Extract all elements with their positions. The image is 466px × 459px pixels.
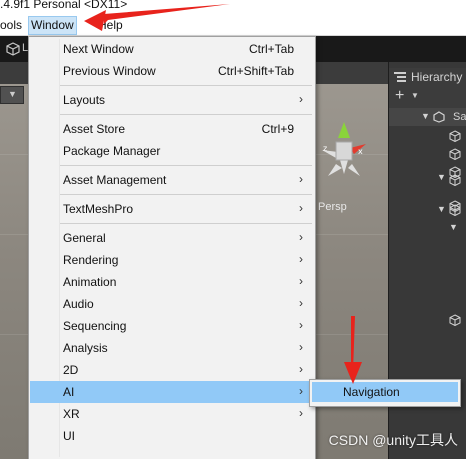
menu-item-label: Asset Management (63, 173, 167, 187)
menu-item-previous-window[interactable]: Previous Window Ctrl+Shift+Tab (30, 60, 314, 82)
menu-item-package-manager[interactable]: Package Manager (30, 140, 314, 162)
menu-item-label: Asset Store (63, 122, 126, 136)
menu-item-audio[interactable]: Audio › (30, 293, 314, 315)
menu-item-label: Rendering (63, 253, 119, 267)
gameobject-cube-icon[interactable] (449, 130, 461, 142)
menu-item-shortcut: Ctrl+Shift+Tab (217, 64, 294, 78)
hierarchy-scene-row[interactable]: ▼ Sa (389, 108, 466, 126)
menu-item-navigation[interactable]: Navigation (312, 382, 458, 402)
menu-item-label: 2D (63, 363, 79, 377)
menu-item-shortcut: Ctrl+Tab (248, 42, 294, 56)
menu-item-analysis[interactable]: Analysis › (30, 337, 314, 359)
watermark-text: CSDN @unity工具人 (328, 432, 458, 448)
tab-hierarchy[interactable]: Hierarchy (389, 68, 466, 86)
scene-projection-label[interactable]: Persp (318, 201, 347, 213)
hierarchy-scene-label: Sa (453, 111, 466, 123)
gameobject-cube-icon[interactable] (449, 174, 461, 186)
menu-item-label: TextMeshPro (63, 202, 134, 216)
menu-item-ui[interactable]: UI (30, 425, 314, 447)
chevron-right-icon: › (299, 362, 303, 376)
gameobject-cube-icon[interactable] (449, 148, 461, 160)
menu-separator (60, 223, 312, 224)
unity-editor-window: .4.9f1 Personal <DX11> ools Window Help … (0, 0, 466, 459)
menu-item-asset-management[interactable]: Asset Management › (30, 169, 314, 191)
expand-arrow-icon[interactable]: ▼ (437, 204, 446, 214)
menu-item-label: XR (63, 407, 80, 421)
menu-separator (60, 114, 312, 115)
chevron-right-icon: › (299, 92, 303, 106)
chevron-right-icon: › (299, 406, 303, 420)
svg-text:z: z (323, 144, 327, 153)
menu-item-label: Layouts (63, 93, 106, 107)
add-object-button[interactable]: + (395, 87, 404, 105)
unity-cube-icon (6, 42, 20, 56)
menu-item-label: Previous Window (63, 64, 156, 78)
expand-arrow-icon[interactable]: ▼ (437, 172, 446, 182)
menu-item-rendering[interactable]: Rendering › (30, 249, 314, 271)
menu-item-label: General (63, 231, 106, 245)
chevron-right-icon: › (299, 340, 303, 354)
menu-item-label: UI (63, 429, 75, 443)
menu-item-ai[interactable]: AI › (30, 381, 314, 403)
menu-item-sequencing[interactable]: Sequencing › (30, 315, 314, 337)
scene-orientation-gizmo-icon[interactable]: x z (314, 120, 374, 190)
chevron-right-icon: › (299, 252, 303, 266)
menu-item-animation[interactable]: Animation › (30, 271, 314, 293)
menu-item-label: Next Window (63, 42, 134, 56)
gameobject-cube-icon[interactable] (449, 314, 461, 326)
window-title-bar: .4.9f1 Personal <DX11> (0, 0, 466, 16)
menu-item-general[interactable]: General › (30, 227, 314, 249)
chevron-right-icon: › (299, 384, 303, 398)
chevron-right-icon: › (299, 274, 303, 288)
menu-item-label: AI (63, 385, 75, 399)
chevron-down-icon: ▼ (8, 89, 17, 99)
expand-arrow-icon[interactable]: ▼ (449, 222, 458, 232)
ai-submenu: Navigation (309, 379, 461, 407)
chevron-right-icon: › (299, 201, 303, 215)
menu-bar: ools Window Help (0, 16, 466, 36)
unity-scene-icon (433, 111, 445, 123)
menu-item-2d[interactable]: 2D › (30, 359, 314, 381)
menu-item-label: Audio (63, 297, 94, 311)
menu-item-label: Analysis (63, 341, 108, 355)
chevron-right-icon: › (299, 230, 303, 244)
window-title: .4.9f1 Personal <DX11> (0, 0, 128, 11)
chevron-right-icon: › (299, 318, 303, 332)
menu-item-label: Navigation (343, 385, 400, 399)
chevron-right-icon: › (299, 172, 303, 186)
menu-tools[interactable]: ools (0, 18, 22, 32)
chevron-down-icon[interactable]: ▼ (421, 111, 430, 121)
menu-window[interactable]: Window (28, 16, 77, 35)
menu-separator (60, 85, 312, 86)
menu-item-label: Sequencing (63, 319, 127, 333)
menu-item-label: Animation (63, 275, 117, 289)
menu-help[interactable]: Help (98, 18, 123, 32)
window-menu: Next Window Ctrl+Tab Previous Window Ctr… (28, 36, 316, 459)
menu-item-label: Package Manager (63, 144, 161, 158)
chevron-right-icon: › (299, 296, 303, 310)
svg-text:x: x (358, 147, 363, 156)
hierarchy-title: Hierarchy (411, 70, 463, 84)
chevron-down-icon[interactable]: ▼ (411, 91, 419, 100)
menu-item-shortcut: Ctrl+9 (261, 122, 294, 136)
gameobject-cube-icon[interactable] (449, 204, 461, 216)
menu-item-textmeshpro[interactable]: TextMeshPro › (30, 198, 314, 220)
menu-separator (60, 165, 312, 166)
scene-draw-mode-dropdown[interactable]: ▼ (0, 86, 24, 104)
menu-item-next-window[interactable]: Next Window Ctrl+Tab (30, 38, 314, 60)
menu-item-asset-store[interactable]: Asset Store Ctrl+9 (30, 118, 314, 140)
menu-item-xr[interactable]: XR › (30, 403, 314, 425)
menu-item-layouts[interactable]: Layouts › (30, 89, 314, 111)
hierarchy-list-icon (394, 72, 406, 82)
menu-separator (60, 194, 312, 195)
hierarchy-toolbar: + ▼ (389, 86, 466, 108)
